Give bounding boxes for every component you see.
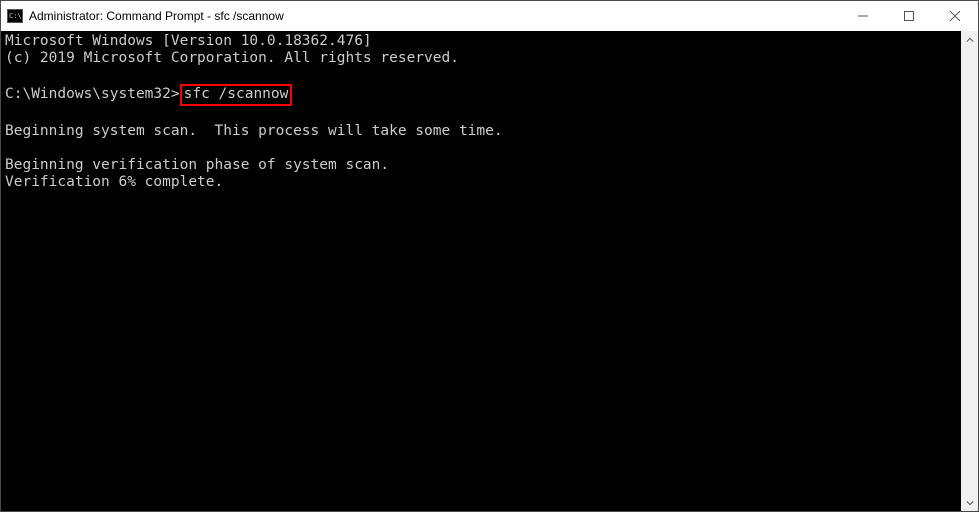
window-title: Administrator: Command Prompt - sfc /sca…: [29, 9, 284, 23]
minimize-icon: [858, 11, 868, 21]
terminal-output[interactable]: Microsoft Windows [Version 10.0.18362.47…: [1, 31, 961, 511]
minimize-button[interactable]: [840, 1, 886, 31]
client-area: Microsoft Windows [Version 10.0.18362.47…: [1, 31, 978, 511]
highlighted-command: sfc /scannow: [180, 84, 293, 106]
titlebar[interactable]: Administrator: Command Prompt - sfc /sca…: [1, 1, 978, 31]
output-line: Beginning system scan. This process will…: [5, 123, 503, 139]
command-text: sfc /scannow: [184, 86, 289, 102]
scroll-down-button[interactable]: [961, 494, 978, 511]
output-line: (c) 2019 Microsoft Corporation. All righ…: [5, 50, 459, 66]
maximize-button[interactable]: [886, 1, 932, 31]
scroll-up-button[interactable]: [961, 31, 978, 48]
chevron-up-icon: [966, 36, 974, 44]
vertical-scrollbar[interactable]: [961, 31, 978, 511]
output-line: Microsoft Windows [Version 10.0.18362.47…: [5, 33, 372, 49]
window-controls: [840, 1, 978, 31]
chevron-down-icon: [966, 499, 974, 507]
maximize-icon: [904, 11, 914, 21]
close-button[interactable]: [932, 1, 978, 31]
cmd-icon: [7, 9, 23, 23]
output-line: Verification 6% complete.: [5, 174, 223, 190]
command-prompt-window: Administrator: Command Prompt - sfc /sca…: [0, 0, 979, 512]
prompt-prefix: C:\Windows\system32>: [5, 86, 180, 102]
output-line: Beginning verification phase of system s…: [5, 157, 389, 173]
close-icon: [950, 11, 960, 21]
